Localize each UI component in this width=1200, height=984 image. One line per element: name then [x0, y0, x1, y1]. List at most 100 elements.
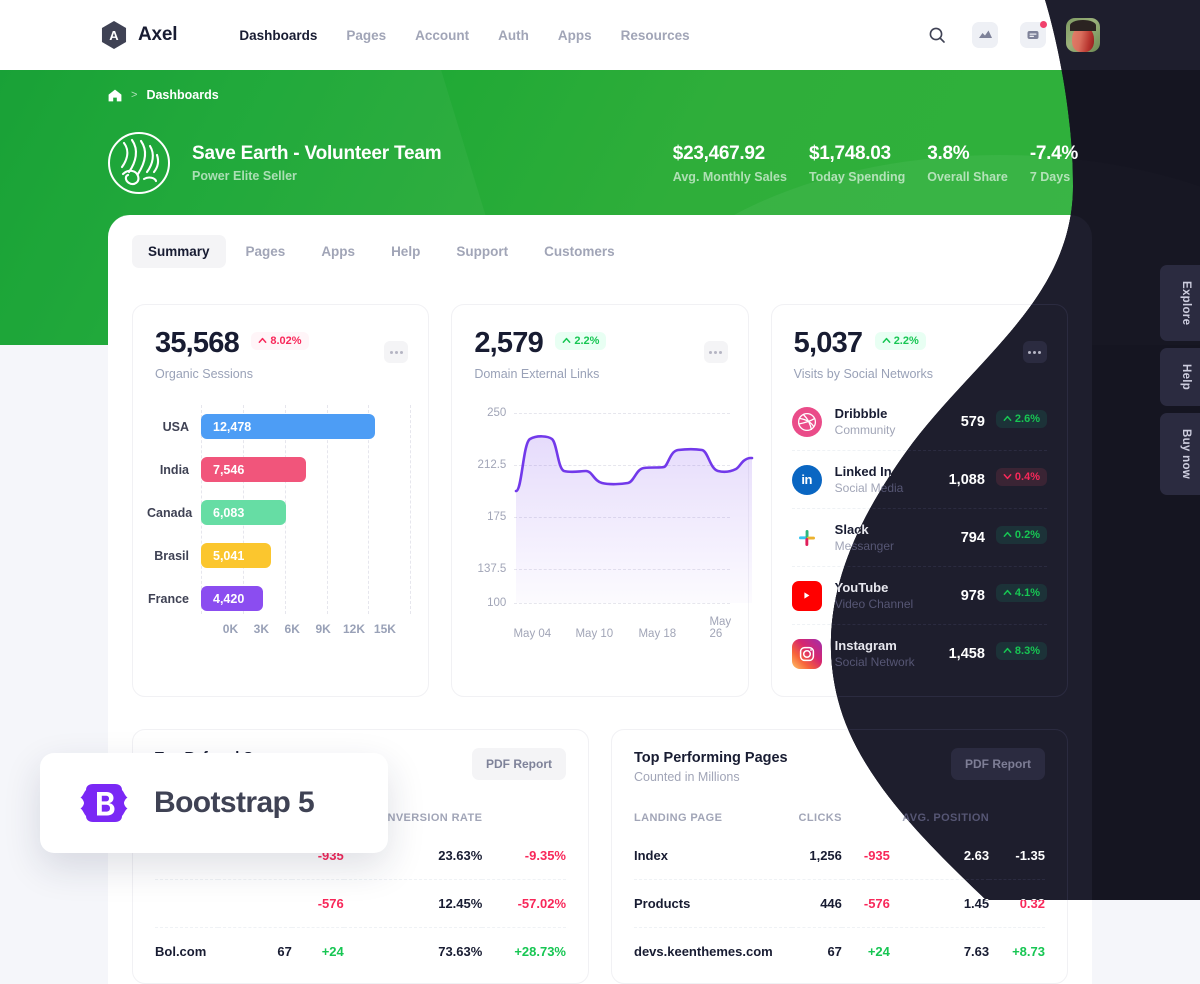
y-tick: 250 — [487, 407, 507, 419]
activity-icon[interactable] — [970, 20, 1000, 50]
bar-france: 4,420 — [201, 586, 263, 611]
bar-label: Canada — [147, 505, 193, 520]
tab-customers[interactable]: Customers — [528, 235, 631, 268]
brand-logo-icon: A — [101, 21, 127, 49]
globe-icon — [108, 132, 170, 194]
cell-clicks-delta: +24 — [841, 927, 890, 975]
more-options-icon[interactable] — [1023, 341, 1047, 363]
hero-stat-today-spending: $1,748.03 Today Spending — [809, 143, 927, 184]
side-button-buy-now[interactable]: Buy now — [1160, 413, 1200, 496]
bar-label: India — [159, 462, 189, 477]
status-badge: 8.3% — [996, 642, 1047, 660]
dribbble-icon — [791, 406, 822, 437]
cell-sessions-delta: +24 — [291, 927, 344, 975]
table-row[interactable]: Bol.com 67 +24 73.63% +28.73% — [155, 927, 566, 975]
nav-link-resources[interactable]: Resources — [621, 28, 690, 43]
tab-pages[interactable]: Pages — [230, 235, 302, 268]
status-badge: 0.2% — [996, 526, 1047, 544]
y-tick: 175 — [487, 511, 507, 523]
bar-label: Brasil — [154, 548, 189, 563]
cell-position-delta: +8.73 — [989, 927, 1045, 975]
area-chart-plot — [515, 435, 754, 603]
nav-link-apps[interactable]: Apps — [558, 28, 592, 43]
social-value: 794 — [960, 529, 985, 546]
social-visits-delta-badge: 2.2% — [874, 331, 926, 350]
hero-stat-label: Overall Share — [927, 169, 1008, 184]
pdf-report-button[interactable]: PDF Report — [951, 748, 1045, 780]
linkedin-icon: in — [791, 464, 822, 495]
nav-link-dashboards[interactable]: Dashboards — [239, 28, 317, 43]
card-organic-sessions: 35,568 8.02% Organic Sessions — [132, 304, 430, 697]
bar-chart: USA 12,478 India 7,546 Canada 6,083 Bras… — [133, 381, 428, 650]
y-tick: 100 — [487, 597, 507, 609]
bar-chart-row: Brasil 5,041 — [147, 534, 410, 577]
cell-sessions-delta: -576 — [291, 879, 344, 928]
organic-sessions-delta-badge: 8.02% — [251, 331, 309, 350]
breadcrumb-current[interactable]: Dashboards — [146, 88, 218, 102]
delta-text: 2.6% — [1014, 412, 1040, 425]
bar-chart-row: Canada 6,083 — [147, 491, 410, 534]
pdf-report-button[interactable]: PDF Report — [472, 748, 566, 780]
promo-card-bootstrap[interactable]: Bootstrap 5 — [40, 753, 388, 853]
x-tick: May 04 — [513, 628, 552, 640]
domain-links-subtitle: Domain External Links — [474, 367, 600, 381]
hero-stat-label: Avg. Monthly Sales — [672, 169, 787, 184]
hero-stat-label: Today Spending — [808, 169, 906, 184]
hero-stat-value: $1,748.03 — [808, 142, 891, 164]
cell-sessions: 67 — [218, 927, 292, 975]
tab-help[interactable]: Help — [375, 235, 436, 268]
cell-rate-delta: -9.35% — [524, 848, 566, 863]
delta-text: 2.2% — [893, 334, 919, 347]
social-name: Instagram — [834, 638, 897, 653]
nav-link-auth[interactable]: Auth — [498, 28, 529, 43]
bar-label: France — [148, 591, 189, 606]
social-value: 1,458 — [948, 645, 985, 662]
hero-stat-value: $23,467.92 — [672, 142, 765, 164]
notifications-icon[interactable] — [1018, 20, 1048, 50]
x-tick: May 26 — [709, 616, 732, 640]
search-icon[interactable] — [922, 20, 952, 50]
tab-support[interactable]: Support — [440, 235, 524, 268]
bar-chart-x-axis: 0K 3K 6K 9K 12K 15K — [147, 622, 410, 636]
x-tick: 6K — [284, 622, 300, 636]
social-visits-value: 5,037 — [793, 327, 863, 359]
cell-clicks-delta: -576 — [841, 879, 890, 928]
cell-position: 7.63 — [889, 927, 990, 975]
hero-stat-label: 7 Days — [1029, 169, 1071, 184]
delta-text: 8.3% — [1014, 644, 1040, 657]
instagram-icon — [791, 638, 822, 669]
bar-chart-row: India 7,546 — [147, 448, 410, 491]
y-tick: 212.5 — [477, 459, 507, 471]
tab-summary[interactable]: Summary — [132, 235, 226, 268]
organic-sessions-value: 35,568 — [155, 327, 240, 359]
social-name: YouTube — [834, 580, 889, 595]
social-desc: Community — [834, 423, 896, 437]
slack-icon — [792, 523, 822, 553]
domain-links-value: 2,579 — [474, 327, 543, 359]
bar-chart-row: USA 12,478 — [147, 405, 410, 448]
nav-link-pages[interactable]: Pages — [346, 28, 386, 43]
y-tick: 137.5 — [477, 563, 507, 575]
team-info: Save Earth - Volunteer Team Power Elite … — [192, 143, 442, 183]
col-rate-delta — [482, 804, 566, 832]
side-button-explore[interactable]: Explore — [1160, 265, 1200, 342]
x-tick: 3K — [253, 622, 269, 636]
brand[interactable]: A Axel — [100, 21, 178, 49]
avatar[interactable] — [1066, 18, 1100, 52]
tab-apps[interactable]: Apps — [305, 235, 371, 268]
hero-stat-avg-monthly-sales: $23,467.92 Avg. Monthly Sales — [673, 143, 809, 184]
more-options-icon[interactable] — [703, 341, 728, 363]
cell-rate: 73.63% — [343, 927, 483, 975]
cell-source — [155, 879, 219, 928]
more-options-icon[interactable] — [384, 341, 409, 363]
status-badge: 2.6% — [996, 410, 1047, 428]
side-button-help[interactable]: Help — [1160, 348, 1200, 407]
home-icon[interactable] — [108, 89, 122, 102]
table-row[interactable]: -576 12.45% -57.02% — [155, 879, 566, 928]
delta-text: 8.02% — [270, 334, 302, 347]
nav-link-account[interactable]: Account — [415, 28, 469, 43]
hero-stat-overall-share: 3.8% Overall Share — [927, 143, 1030, 184]
breadcrumb-separator: > — [131, 89, 138, 101]
col-landing-page: LANDING PAGE — [634, 812, 723, 824]
table-row[interactable]: devs.keenthemes.com 67 +24 7.63 +8.73 — [634, 927, 1045, 975]
